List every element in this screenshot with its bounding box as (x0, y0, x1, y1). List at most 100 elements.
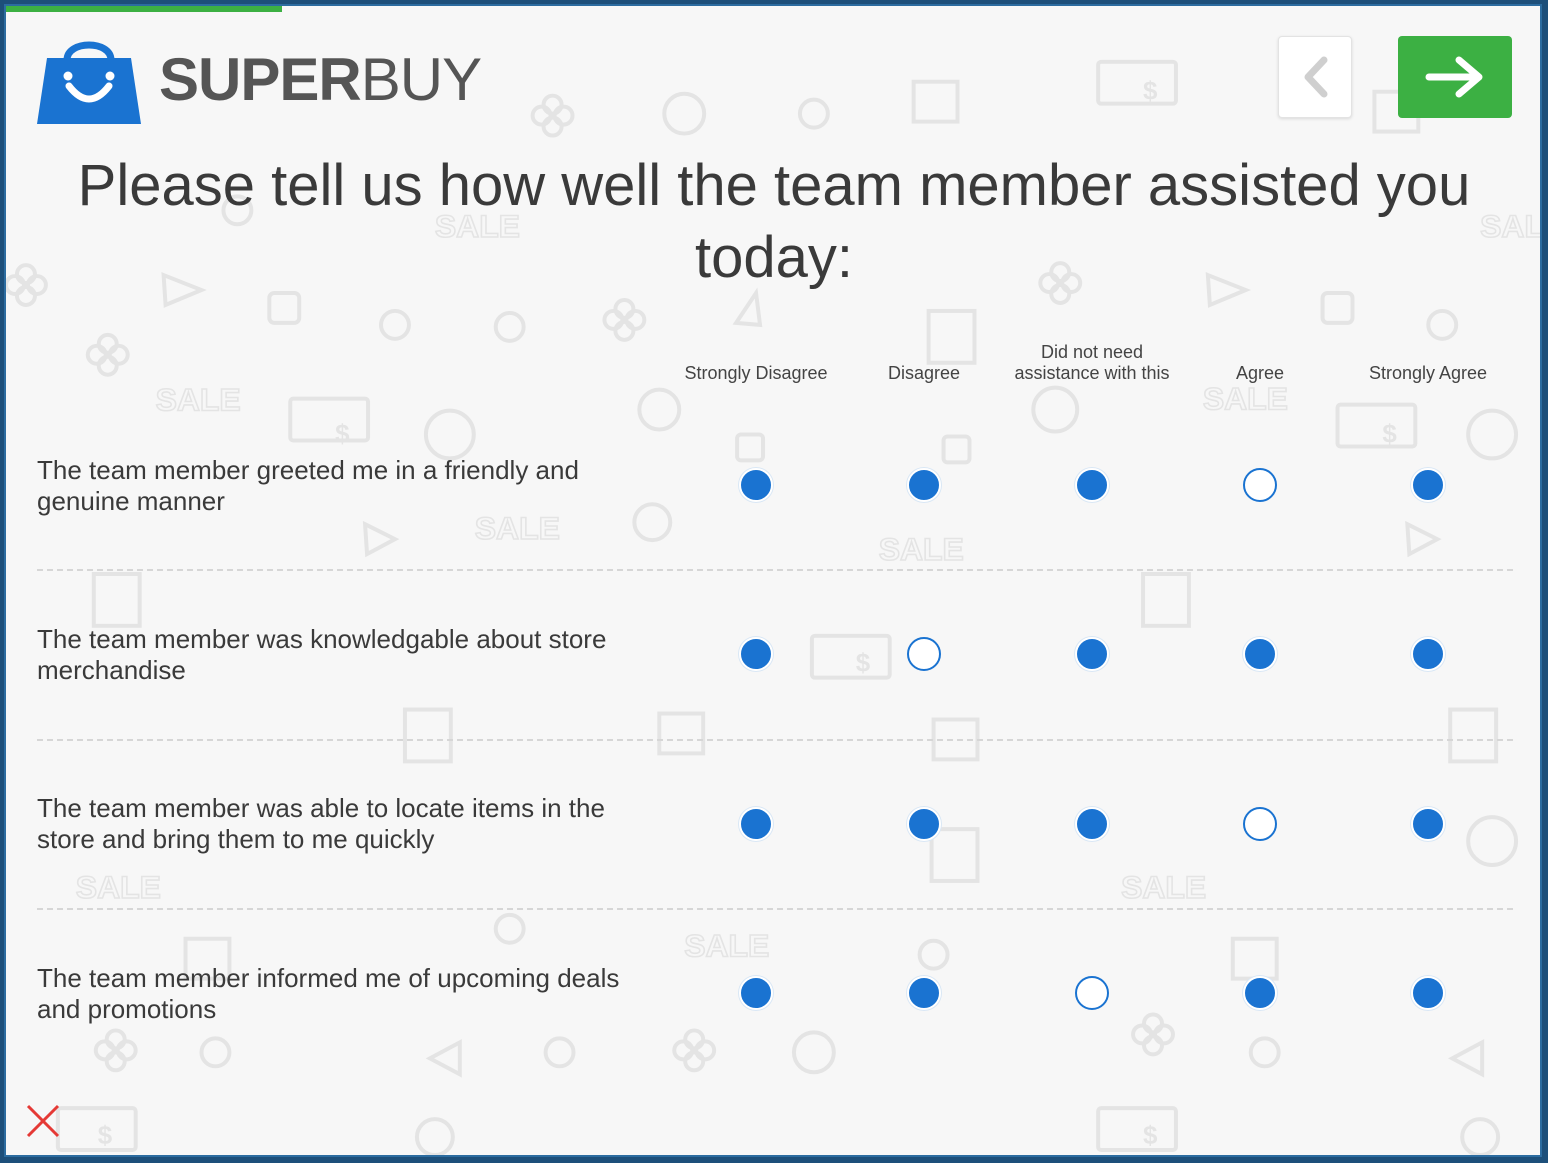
rating-radio-selected[interactable] (907, 807, 941, 841)
dollar-sign-watermark: $ (335, 420, 350, 448)
flower-doodle (1142, 1012, 1164, 1035)
play-triangle-doodle (425, 1039, 462, 1078)
flower-doodle (96, 354, 119, 377)
flower-doodle (1131, 1023, 1154, 1046)
rating-radio-selected[interactable] (1411, 637, 1445, 671)
flower-doodle (1142, 1034, 1164, 1057)
scale-column-header: Agree (1235, 363, 1285, 383)
ring-doodle (917, 938, 950, 971)
scale-column-header: Disagree (887, 363, 961, 383)
rating-radio-selected[interactable] (1411, 468, 1445, 502)
circle-doodle (1248, 1036, 1281, 1069)
dollar-bill-doodle (288, 396, 371, 443)
bag-doodle (402, 707, 453, 764)
rating-radio-unselected[interactable] (1243, 807, 1277, 841)
flower-doodle (104, 1028, 127, 1051)
dollar-bill-doodle (809, 633, 892, 680)
back-button[interactable] (1278, 36, 1352, 118)
ring-doodle (791, 1030, 836, 1075)
flower-doodle (694, 1039, 717, 1062)
rating-radio-selected[interactable] (739, 637, 773, 671)
chevron-left-icon (1304, 56, 1328, 98)
rating-radio-selected[interactable] (907, 976, 941, 1010)
flower-doodle (602, 308, 625, 331)
brand-logo: SUPERBUY (37, 36, 482, 124)
rating-radio-unselected[interactable] (1075, 976, 1109, 1010)
smiley-doodle (662, 91, 707, 136)
flower-doodle (541, 93, 564, 116)
ring-doodle (1031, 385, 1080, 434)
rating-radio-unselected[interactable] (907, 637, 941, 671)
sale-watermark: SALE (879, 531, 964, 567)
scale-column-header: Strongly Disagree (684, 363, 828, 383)
circle-doodle (199, 1036, 232, 1069)
rating-radio-selected[interactable] (739, 976, 773, 1010)
flower-doodle (552, 104, 575, 127)
square-doodle (735, 432, 766, 463)
sale-watermark: SALE (1203, 381, 1288, 417)
flower-doodle (85, 343, 108, 366)
shopping-bag-smile-icon (37, 41, 141, 124)
dollar-bill-doodle (1096, 1106, 1178, 1153)
ring-doodle (1426, 308, 1459, 341)
flower-doodle (115, 1039, 138, 1062)
rating-radio-unselected[interactable] (1243, 468, 1277, 502)
rating-radio-selected[interactable] (739, 807, 773, 841)
rating-radio-selected[interactable] (1075, 637, 1109, 671)
bag-doodle (1141, 572, 1191, 628)
flower-doodle (14, 285, 37, 307)
rating-radio-selected[interactable] (1243, 976, 1277, 1010)
survey-screen: SALESALESALESALESALESALESALESALESALE$$$$… (4, 4, 1542, 1157)
dollar-bill-doodle (55, 1106, 138, 1153)
sale-watermark: SALE (1121, 869, 1206, 905)
square-doodle (941, 434, 972, 465)
bag-doodle (91, 572, 142, 628)
rating-radio-selected[interactable] (1243, 637, 1277, 671)
sale-watermark: SALE (76, 869, 161, 905)
rating-radio-selected[interactable] (1075, 807, 1109, 841)
rating-radio-selected[interactable] (1411, 976, 1445, 1010)
flower-doodle (613, 297, 636, 320)
bag-doodle (929, 827, 980, 883)
sale-watermark: SALE (684, 928, 769, 964)
flower-doodle (541, 115, 564, 138)
progress-bar (6, 6, 1540, 12)
gift-doodle (911, 79, 960, 124)
circle-doodle (493, 310, 526, 343)
scale-column-header: Strongly Agree (1368, 363, 1488, 383)
play-triangle-doodle (1405, 520, 1442, 558)
flower-doodle (25, 274, 48, 296)
square-doodle (267, 291, 302, 325)
play-triangle-doodle (732, 287, 763, 328)
rating-radio-selected[interactable] (1411, 807, 1445, 841)
scale-column-header: Did not need assistance with this (1014, 342, 1170, 383)
statement-label: The team member was able to locate items… (37, 793, 605, 854)
flower-doodle (6, 274, 26, 296)
rating-radio-selected[interactable] (739, 468, 773, 502)
dollar-sign-watermark: $ (98, 1122, 113, 1150)
rating-radio-selected[interactable] (907, 468, 941, 502)
statement-label: The team member greeted me in a friendly… (37, 455, 579, 516)
smiley-doodle (423, 408, 476, 461)
row-divider (37, 739, 1513, 741)
flower-doodle (672, 1039, 695, 1062)
arrow-right-icon (1425, 56, 1483, 98)
flower-doodle (14, 263, 37, 286)
question-title: Please tell us how well the team member … (77, 153, 1471, 290)
ring-doodle (797, 97, 830, 130)
brand-name-bold: SUPER (159, 46, 362, 113)
rating-radio-selected[interactable] (1075, 468, 1109, 502)
next-button[interactable] (1398, 36, 1512, 118)
progress-bar-fill (6, 6, 283, 12)
dollar-bill-doodle (1096, 59, 1178, 106)
play-triangle-doodle (1447, 1039, 1485, 1078)
flower-doodle (683, 1028, 706, 1051)
gift-doodle (1230, 936, 1279, 981)
ring-doodle (379, 308, 411, 341)
flower-doodle (683, 1050, 706, 1073)
close-x-icon[interactable] (24, 1102, 62, 1140)
flower-doodle (624, 308, 647, 331)
square-doodle (1320, 291, 1355, 325)
ring-doodle (414, 1117, 455, 1155)
circle-doodle (493, 912, 526, 945)
